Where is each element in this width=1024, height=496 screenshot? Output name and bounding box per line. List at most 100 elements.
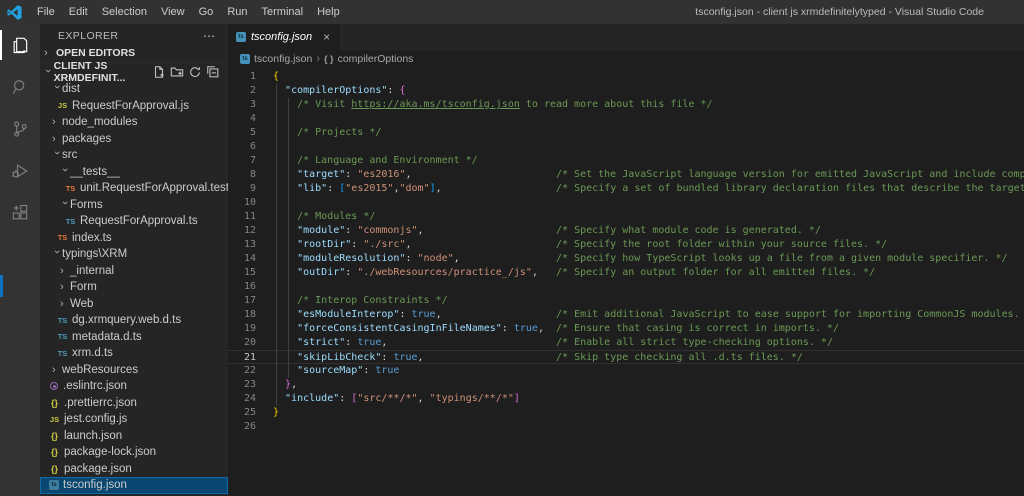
code-line-15[interactable]: 15 "outDir": "./webResources/practice_/j… [228, 266, 1024, 280]
menu-help[interactable]: Help [310, 0, 347, 24]
tree-file-requestforapproval.ts[interactable]: TSRequestForApproval.ts [40, 213, 228, 230]
tree-file-tsconfig.json[interactable]: tstsconfig.json [40, 477, 228, 494]
code-line-2[interactable]: 2 "compilerOptions": { [228, 84, 1024, 98]
tree-file-jest.config.js[interactable]: JSjest.config.js [40, 411, 228, 428]
code-line-5[interactable]: 5 /* Projects */ [228, 126, 1024, 140]
tsconfig-file-icon: ts [236, 32, 246, 42]
code-line-8[interactable]: 8 "target": "es2016", /* Set the JavaScr… [228, 168, 1024, 182]
tree-file-index.ts[interactable]: TSindex.ts [40, 230, 228, 247]
tab-label: tsconfig.json [251, 31, 312, 43]
line-number: 5 [228, 126, 273, 140]
code-line-9[interactable]: 9 "lib": ["es2015","dom"], /* Specify a … [228, 182, 1024, 196]
tree-folder-_internal[interactable]: ›_internal [40, 263, 228, 280]
code-line-17[interactable]: 17 /* Interop Constraints */ [228, 294, 1024, 308]
chevron-down-icon: › [60, 201, 70, 211]
tree-folder-form[interactable]: ›Form [40, 279, 228, 296]
tree-file-unit.requestforapproval.test.ts[interactable]: TSunit.RequestForApproval.test.ts [40, 180, 228, 197]
code-line-7[interactable]: 7 /* Language and Environment */ [228, 154, 1024, 168]
source-control-icon[interactable] [0, 108, 40, 150]
code-line-20[interactable]: 20 "strict": true, /* Enable all strict … [228, 336, 1024, 350]
line-number: 23 [228, 378, 273, 392]
code-line-6[interactable]: 6 [228, 140, 1024, 154]
code-line-24[interactable]: 24 "include": ["src/**/*", "typings/**/*… [228, 392, 1024, 406]
line-number: 15 [228, 266, 273, 280]
code-line-3[interactable]: 3 /* Visit https://aka.ms/tsconfig.json … [228, 98, 1024, 112]
line-content: } [273, 406, 279, 420]
indent-guide [288, 98, 289, 378]
tree-file-package.json[interactable]: {}package.json [40, 461, 228, 478]
more-actions-icon[interactable]: ⋯ [199, 29, 220, 43]
collapse-all-icon[interactable] [206, 65, 220, 79]
close-icon[interactable]: × [323, 31, 330, 43]
tab-tsconfig[interactable]: ts tsconfig.json × [228, 24, 340, 50]
code-line-12[interactable]: 12 "module": "commonjs", /* Specify what… [228, 224, 1024, 238]
tree-folder-webresources[interactable]: ›webResources [40, 362, 228, 379]
tree-file-requestforapproval.js[interactable]: JS RequestForApproval.js [40, 98, 228, 115]
explorer-icon[interactable] [0, 24, 40, 66]
code-line-11[interactable]: 11 /* Modules */ [228, 210, 1024, 224]
extensions-icon[interactable] [0, 192, 40, 234]
tree-file-launch.json[interactable]: {}launch.json [40, 428, 228, 445]
line-number: 2 [228, 84, 273, 98]
code-line-18[interactable]: 18 "esModuleInterop": true, /* Emit addi… [228, 308, 1024, 322]
breadcrumb-file[interactable]: tsconfig.json [254, 53, 312, 65]
breadcrumb-symbol[interactable]: compilerOptions [338, 53, 414, 65]
tree-folder-src[interactable]: ›src [40, 147, 228, 164]
code-line-1[interactable]: 1{ [228, 70, 1024, 84]
workspace-section[interactable]: › CLIENT JS XRMDEFINIT... [40, 62, 228, 81]
code-line-25[interactable]: 25} [228, 406, 1024, 420]
tree-folder-node_modules[interactable]: ›node_modules [40, 114, 228, 131]
tree-file-.eslintrc.json[interactable]: .eslintrc.json [40, 378, 228, 395]
tree-folder-forms[interactable]: ›Forms [40, 197, 228, 214]
open-editors-label: OPEN EDITORS [56, 47, 135, 59]
menu-selection[interactable]: Selection [95, 0, 154, 24]
tree-item-label: RequestForApproval.js [72, 100, 189, 112]
code-line-19[interactable]: 19 "forceConsistentCasingInFileNames": t… [228, 322, 1024, 336]
tree-folder-typings\xrm[interactable]: ›typings\XRM [40, 246, 228, 263]
js-file-icon: JS [57, 100, 68, 111]
code-line-21[interactable]: 21 "skipLibCheck": true, /* Skip type ch… [228, 350, 1024, 364]
menu-view[interactable]: View [154, 0, 192, 24]
tree-file-xrm.d.ts[interactable]: TSxrm.d.ts [40, 345, 228, 362]
vscode-window: FileEditSelectionViewGoRunTerminalHelp t… [0, 0, 1024, 496]
tree-folder-__tests__[interactable]: ›__tests__ [40, 164, 228, 181]
code-line-4[interactable]: 4 [228, 112, 1024, 126]
menu-edit[interactable]: Edit [62, 0, 95, 24]
line-number: 16 [228, 280, 273, 294]
activity-bar-badge [0, 275, 3, 297]
tree-file-.prettierrc.json[interactable]: {}.prettierrc.json [40, 395, 228, 412]
tree-item-label: packages [62, 133, 111, 145]
tree-file-metadata.d.ts[interactable]: TSmetadata.d.ts [40, 329, 228, 346]
code-line-26[interactable]: 26 [228, 420, 1024, 434]
menu-terminal[interactable]: Terminal [255, 0, 311, 24]
menu-run[interactable]: Run [220, 0, 254, 24]
line-number: 20 [228, 336, 273, 350]
line-number: 1 [228, 70, 273, 84]
chevron-right-icon: › [52, 365, 62, 375]
line-content: /* Interop Constraints */ [273, 294, 448, 308]
refresh-icon[interactable] [188, 65, 202, 79]
new-folder-icon[interactable] [170, 65, 184, 79]
menu-go[interactable]: Go [192, 0, 221, 24]
line-number: 26 [228, 420, 273, 434]
line-content: "strict": true, /* Enable all strict typ… [273, 336, 833, 350]
code-line-22[interactable]: 22 "sourceMap": true [228, 364, 1024, 378]
tree-folder-dist[interactable]: ›dist [40, 81, 228, 98]
ts-blue-file-icon: TS [57, 348, 68, 359]
menu-file[interactable]: File [30, 0, 62, 24]
run-debug-icon[interactable] [0, 150, 40, 192]
code-editor[interactable]: 1{2 "compilerOptions": {3 /* Visit https… [228, 68, 1024, 496]
tree-folder-web[interactable]: ›Web [40, 296, 228, 313]
code-line-13[interactable]: 13 "rootDir": "./src", /* Specify the ro… [228, 238, 1024, 252]
tree-file-dg.xrmquery.web.d.ts[interactable]: TSdg.xrmquery.web.d.ts [40, 312, 228, 329]
tree-folder-packages[interactable]: ›packages [40, 131, 228, 148]
code-line-10[interactable]: 10 [228, 196, 1024, 210]
code-line-23[interactable]: 23 }, [228, 378, 1024, 392]
tree-item-label: .eslintrc.json [63, 380, 127, 392]
tree-file-package-lock.json[interactable]: {}package-lock.json [40, 444, 228, 461]
menu-bar: FileEditSelectionViewGoRunTerminalHelp [30, 0, 347, 24]
code-line-14[interactable]: 14 "moduleResolution": "node", /* Specif… [228, 252, 1024, 266]
search-icon[interactable] [0, 66, 40, 108]
code-line-16[interactable]: 16 [228, 280, 1024, 294]
new-file-icon[interactable] [152, 65, 166, 79]
